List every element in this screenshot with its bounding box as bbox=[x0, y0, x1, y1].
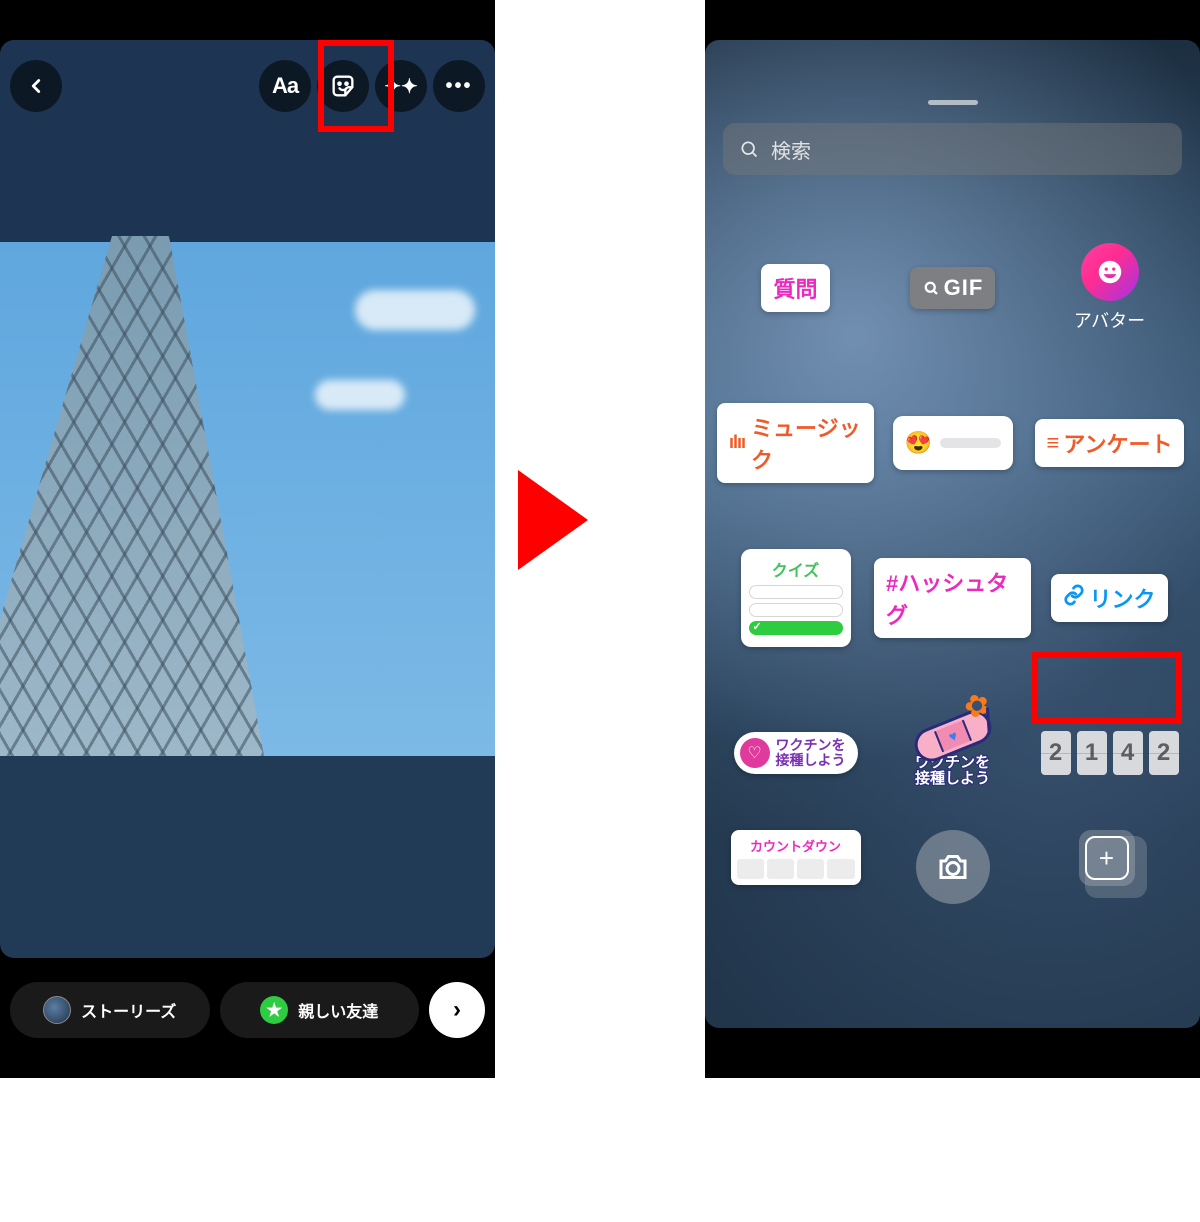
avatar-icon bbox=[1081, 243, 1139, 301]
heart-icon: ♡ bbox=[740, 738, 770, 768]
share-stories-label: ストーリーズ bbox=[81, 998, 176, 1022]
flow-arrow-icon bbox=[518, 470, 588, 570]
time-digit: 2 bbox=[1041, 731, 1071, 775]
sticker-vaccine-bandaid[interactable]: ♥ ワクチンを 接種しよう bbox=[913, 719, 993, 787]
more-button[interactable]: ••• bbox=[433, 60, 485, 112]
sticker-button[interactable] bbox=[317, 60, 369, 112]
quiz-option-selected bbox=[749, 621, 843, 635]
slider-track bbox=[940, 438, 1001, 448]
share-close-friends-label: 親しい友達 bbox=[298, 998, 378, 1022]
search-icon bbox=[922, 279, 940, 297]
time-digit: 4 bbox=[1113, 731, 1143, 775]
text-tool-label: Aa bbox=[272, 73, 298, 99]
story-share-bar: ストーリーズ ★ 親しい友達 › bbox=[10, 982, 485, 1038]
story-top-toolbar: Aa ✦✦ ••• bbox=[10, 60, 485, 112]
effects-button[interactable]: ✦✦ bbox=[375, 60, 427, 112]
story-canvas bbox=[0, 40, 495, 958]
back-button[interactable] bbox=[10, 60, 62, 112]
poll-bars-icon: ≡ bbox=[1047, 430, 1060, 456]
sparkle-icon: ✦✦ bbox=[384, 74, 418, 99]
sticker-time[interactable]: 2 1 4 2 bbox=[1041, 731, 1179, 775]
share-close-friends-button[interactable]: ★ 親しい友達 bbox=[220, 982, 420, 1038]
chevron-right-icon: › bbox=[453, 996, 461, 1024]
phone-right-sticker-sheet: 検索 質問 GIF アバター bbox=[705, 0, 1200, 1078]
countdown-slot bbox=[737, 859, 764, 879]
sticker-music-label: ミュージック bbox=[751, 411, 862, 475]
sticker-sheet: 検索 bbox=[705, 100, 1200, 175]
quiz-option bbox=[749, 585, 843, 599]
sticker-icon bbox=[329, 72, 357, 100]
sticker-hashtag-label: #ハッシュタグ bbox=[886, 566, 1019, 630]
your-story-icon bbox=[43, 996, 71, 1024]
cloud bbox=[355, 290, 475, 330]
sticker-countdown[interactable]: カウントダウン bbox=[731, 830, 861, 885]
sticker-quiz-label: クイズ bbox=[749, 557, 843, 581]
sticker-camera[interactable] bbox=[916, 830, 990, 904]
sticker-vaccine-chip[interactable]: ♡ ワクチンを 接種しよう bbox=[734, 732, 858, 774]
countdown-slot bbox=[797, 859, 824, 879]
link-icon bbox=[1063, 584, 1085, 612]
sticker-avatar-label: アバター bbox=[1074, 307, 1145, 333]
search-placeholder: 検索 bbox=[771, 135, 811, 164]
camera-icon bbox=[935, 849, 971, 885]
music-bars-icon: ılıı bbox=[729, 432, 745, 453]
flower-icon bbox=[958, 683, 997, 722]
sticker-avatar[interactable]: アバター bbox=[1074, 243, 1145, 333]
heart-eyes-emoji-icon: 😍 bbox=[905, 430, 932, 456]
countdown-slot bbox=[767, 859, 794, 879]
sticker-gif-label: GIF bbox=[944, 275, 984, 301]
sticker-gif[interactable]: GIF bbox=[910, 267, 996, 309]
countdown-slot bbox=[827, 859, 854, 879]
close-friends-star-icon: ★ bbox=[260, 996, 288, 1024]
sticker-question-label: 質問 bbox=[773, 272, 817, 304]
sticker-link-label: リンク bbox=[1089, 582, 1155, 614]
blurred-background: 検索 質問 GIF アバター bbox=[705, 40, 1200, 1028]
chevron-left-icon bbox=[25, 75, 47, 97]
sticker-link[interactable]: リンク bbox=[1051, 574, 1167, 622]
sticker-question[interactable]: 質問 bbox=[761, 264, 829, 312]
search-icon bbox=[739, 139, 759, 159]
share-stories-button[interactable]: ストーリーズ bbox=[10, 982, 210, 1038]
sticker-music[interactable]: ılıı ミュージック bbox=[717, 403, 874, 483]
sticker-hashtag[interactable]: #ハッシュタグ bbox=[874, 558, 1031, 638]
time-digit: 1 bbox=[1077, 731, 1107, 775]
text-tool-button[interactable]: Aa bbox=[259, 60, 311, 112]
sticker-search-input[interactable]: 検索 bbox=[723, 123, 1182, 175]
sticker-add-photo[interactable] bbox=[1079, 830, 1141, 892]
quiz-option bbox=[749, 603, 843, 617]
sticker-grid: 質問 GIF アバター ılıı ミュージック bbox=[705, 210, 1200, 1028]
sticker-emoji-slider[interactable]: 😍 bbox=[893, 416, 1013, 470]
more-icon: ••• bbox=[445, 75, 472, 98]
send-button[interactable]: › bbox=[429, 982, 485, 1038]
phone-left-story-editor: Aa ✦✦ ••• bbox=[0, 0, 495, 1078]
sheet-grab-handle[interactable] bbox=[928, 100, 978, 105]
sticker-countdown-label: カウントダウン bbox=[737, 836, 855, 855]
add-photo-icon bbox=[1079, 830, 1135, 886]
cloud bbox=[315, 380, 405, 410]
time-digit: 2 bbox=[1149, 731, 1179, 775]
sticker-vaccine-label: ワクチンを 接種しよう bbox=[776, 738, 846, 767]
sticker-quiz[interactable]: クイズ bbox=[741, 549, 851, 647]
sticker-poll[interactable]: ≡ アンケート bbox=[1035, 419, 1185, 467]
sticker-poll-label: アンケート bbox=[1063, 427, 1172, 459]
